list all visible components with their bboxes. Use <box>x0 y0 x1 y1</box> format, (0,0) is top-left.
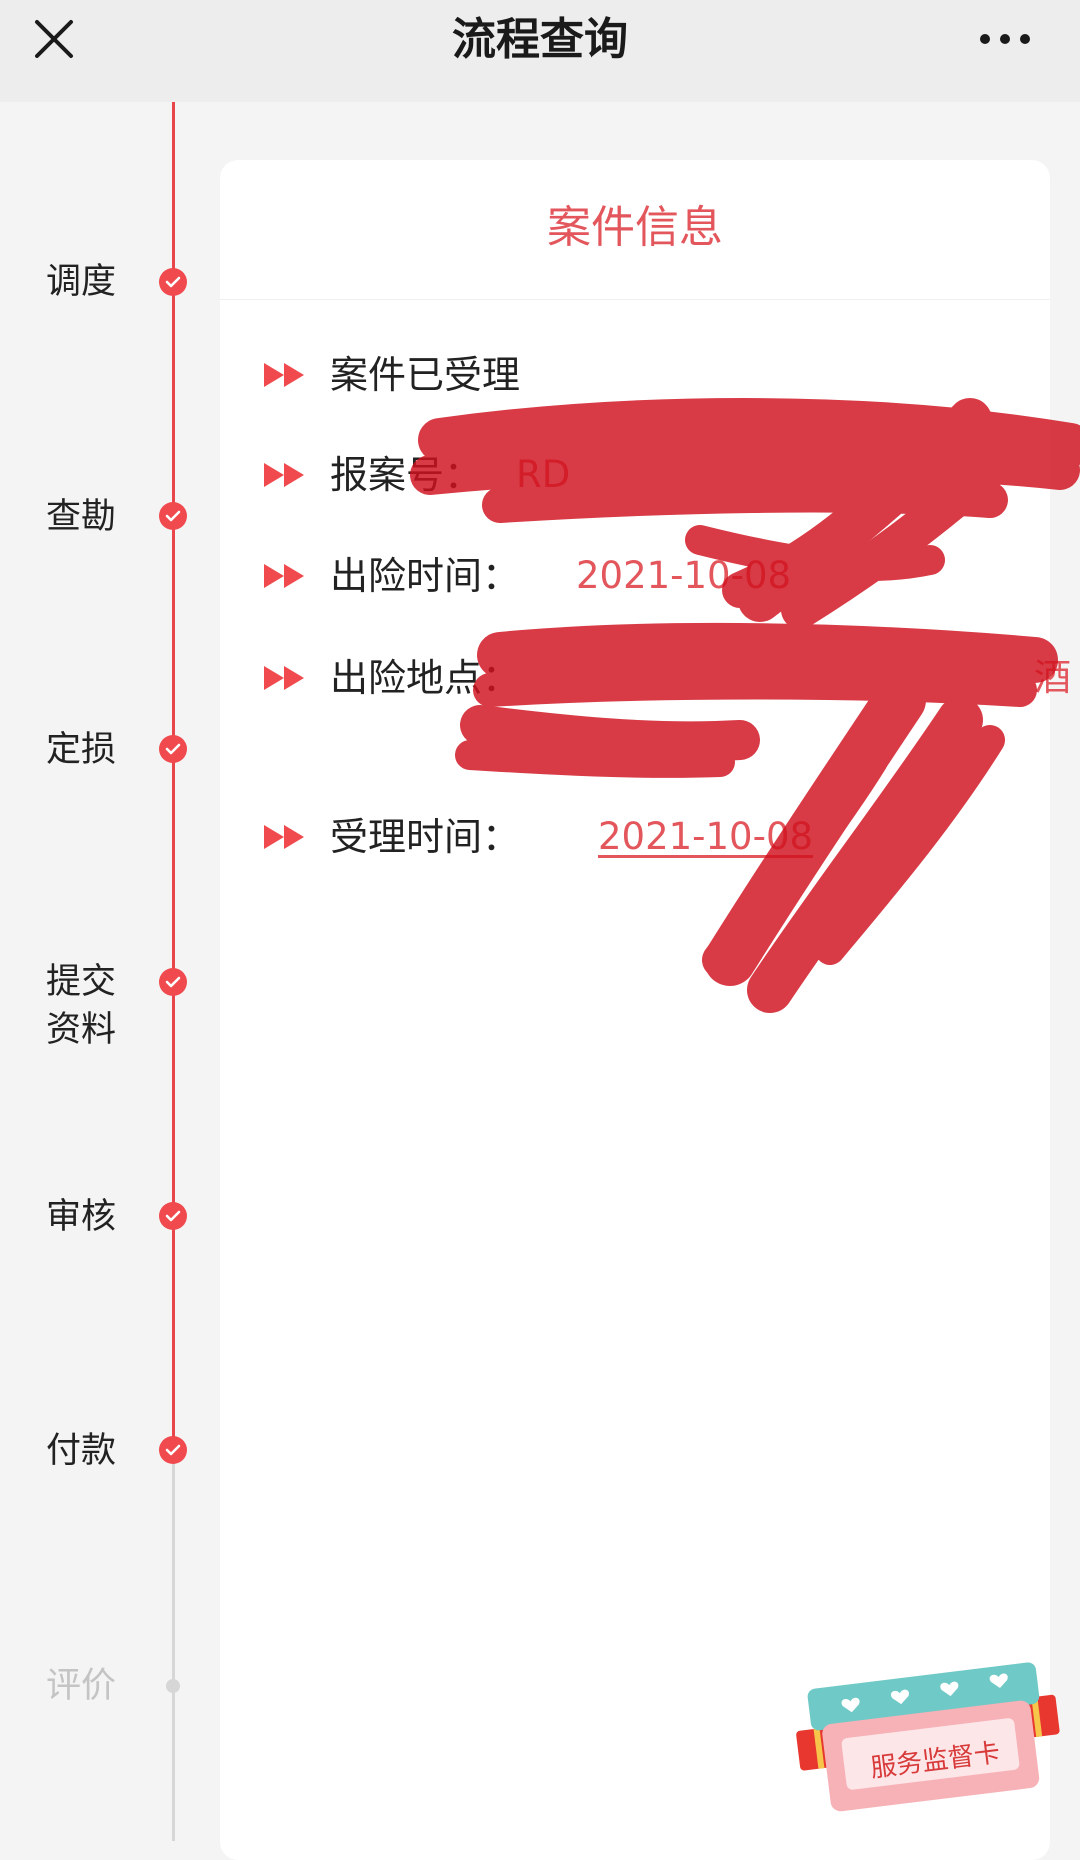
timeline-step-label: 调度 <box>46 262 117 302</box>
info-label: 报案号： <box>330 453 483 497</box>
fast-forward-icon <box>264 825 304 849</box>
more-icon[interactable] <box>975 20 1035 58</box>
service-supervision-card[interactable]: 服务监督卡 <box>795 1660 1065 1825</box>
accept-time-link[interactable]: 2021-10-08 <box>598 807 813 867</box>
fast-forward-icon <box>264 363 304 387</box>
check-icon <box>159 735 187 763</box>
timeline-step-label: 定损 <box>46 730 117 770</box>
info-value: 酒 <box>1034 656 1071 699</box>
case-info-card: 案件信息 案件已受理 报案号： RD 出险时间： 2021-10-08 出险地点… <box>220 160 1071 1860</box>
info-label: 受理时间： <box>330 815 521 859</box>
timeline-line-completed <box>172 102 175 1450</box>
timeline-step-label: 查勘 <box>46 497 117 537</box>
divider <box>220 299 1050 300</box>
check-icon <box>159 1436 187 1464</box>
fast-forward-icon <box>264 666 304 690</box>
check-icon <box>159 1202 187 1230</box>
card-title: 案件信息 <box>547 202 723 253</box>
page-title: 流程查询 <box>452 14 628 65</box>
info-value: 2021-10-08 <box>576 554 792 597</box>
check-icon <box>159 502 187 530</box>
fast-forward-icon <box>264 463 304 487</box>
pending-dot <box>166 1679 180 1693</box>
info-value: RD <box>516 453 571 496</box>
timeline-step-label: 付款 <box>46 1431 117 1471</box>
info-label: 案件已受理 <box>330 353 521 397</box>
nav-bar: 流程查询 <box>0 0 1080 102</box>
timeline-step-label: 审核 <box>46 1197 117 1237</box>
timeline-step-label: 提交资料 <box>46 962 117 1050</box>
check-icon <box>159 968 187 996</box>
info-label: 出险地点： <box>330 656 521 700</box>
timeline-line-pending <box>172 1450 175 1841</box>
info-label: 出险时间： <box>330 554 521 598</box>
fast-forward-icon <box>264 564 304 588</box>
timeline-step-label: 评价 <box>46 1666 117 1706</box>
check-icon <box>159 268 187 296</box>
